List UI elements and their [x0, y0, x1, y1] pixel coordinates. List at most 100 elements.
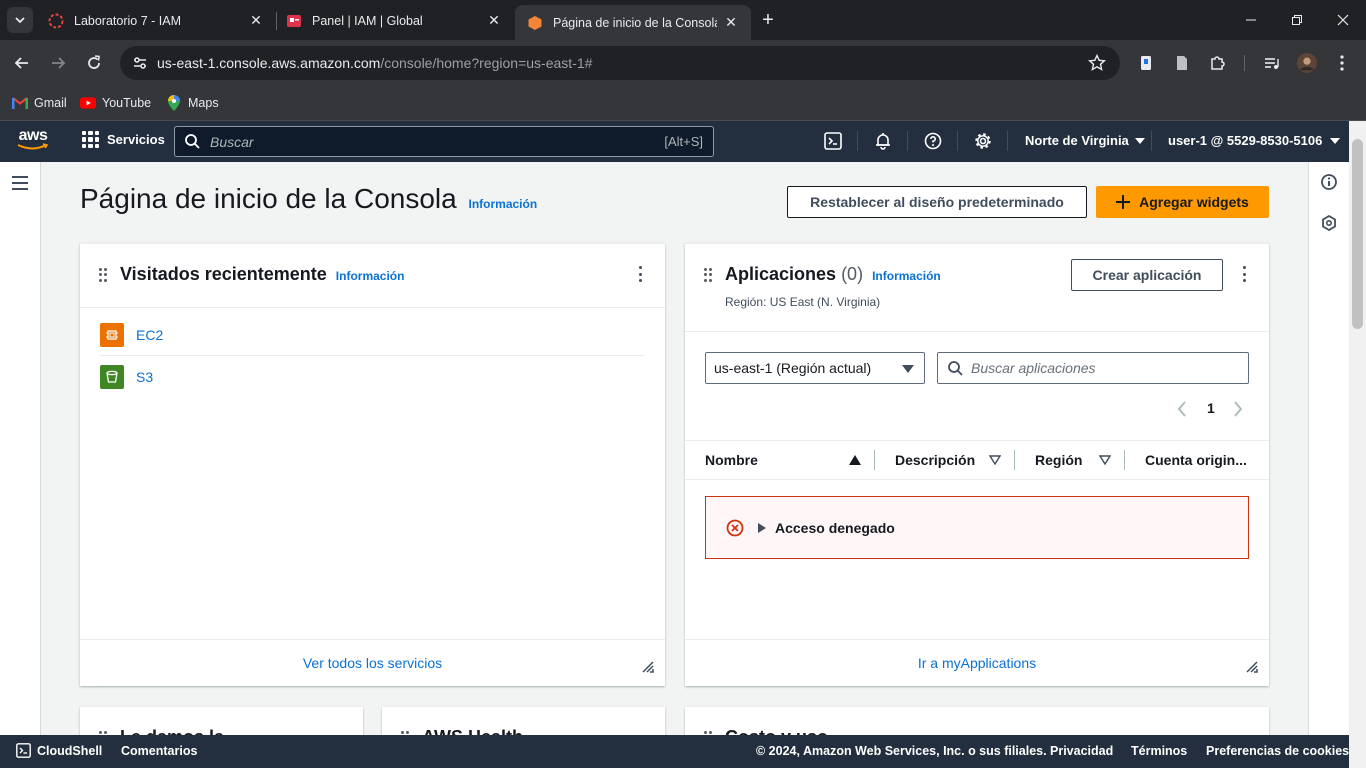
sort-icon[interactable] — [1099, 455, 1111, 465]
search-applications-input[interactable]: Buscar aplicaciones — [937, 352, 1249, 384]
document-icon[interactable] — [1172, 53, 1192, 73]
service-link-s3[interactable]: S3 — [136, 369, 153, 385]
privacy-link[interactable]: Privacidad — [1050, 744, 1113, 758]
forward-button[interactable] — [45, 50, 71, 76]
url-path: /console/home?region=us-east-1# — [380, 55, 593, 71]
add-widgets-button[interactable]: Agregar widgets — [1096, 186, 1269, 218]
help-button[interactable] — [923, 131, 943, 151]
service-link-ec2[interactable]: EC2 — [136, 327, 163, 343]
bookmark-label: YouTube — [102, 96, 152, 110]
aws-search-input[interactable]: Buscar [Alt+S] — [174, 126, 714, 157]
new-tab-button[interactable]: + — [756, 8, 780, 32]
aws-top-navigation: aws Servicios Buscar [Alt+S] Norte de Vi… — [0, 121, 1349, 162]
widget-divider — [685, 331, 1269, 332]
aws-cube-icon — [527, 15, 543, 31]
toolbar-divider — [1244, 55, 1245, 71]
notifications-button[interactable] — [873, 131, 893, 151]
restore-button[interactable] — [1274, 0, 1320, 40]
more-options-icon[interactable] — [1242, 266, 1246, 282]
account-label: user-1 @ 5529-8530-5106 — [1168, 133, 1323, 148]
right-tools-rail — [1308, 162, 1349, 735]
aws-logo[interactable]: aws — [16, 127, 50, 155]
widget-footer: Ver todos los servicios — [80, 639, 665, 686]
tab-search-button[interactable] — [7, 7, 33, 33]
region-label: Norte de Virginia — [1025, 133, 1129, 148]
browser-tab-strip: Laboratorio 7 - IAM ✕ Panel | IAM | Glob… — [0, 0, 1366, 40]
page-title: Página de inicio de la Consola Informaci… — [80, 183, 537, 215]
address-bar[interactable]: us-east-1.console.aws.amazon.com/console… — [120, 46, 1120, 80]
browser-tab-2[interactable]: Panel | IAM | Global ✕ — [274, 4, 514, 37]
nav-divider — [857, 131, 858, 151]
info-link[interactable]: Información — [872, 269, 941, 283]
services-label: Servicios — [107, 132, 165, 147]
puzzle-icon[interactable] — [1208, 53, 1228, 73]
column-header-cuenta[interactable]: Cuenta origin... — [1145, 452, 1247, 468]
list-item[interactable]: EC2 — [100, 315, 644, 356]
bookmark-maps[interactable]: Maps — [166, 92, 219, 114]
menu-icon[interactable] — [1332, 53, 1352, 73]
media-queue-icon[interactable] — [1262, 53, 1282, 73]
info-link[interactable]: Información — [468, 197, 537, 211]
resize-handle-icon[interactable] — [641, 660, 655, 674]
browser-tab-3[interactable]: Página de inicio de la Consola | ✕ — [515, 5, 751, 40]
plus-icon — [1116, 195, 1131, 209]
reload-button[interactable] — [81, 50, 107, 76]
minimize-button[interactable] — [1228, 0, 1274, 40]
search-placeholder: Buscar — [210, 133, 254, 150]
caret-right-icon[interactable] — [758, 522, 766, 533]
close-window-button[interactable] — [1320, 0, 1366, 40]
hexagon-help-icon[interactable] — [1321, 214, 1337, 236]
region-select[interactable]: us-east-1 (Región actual) — [705, 352, 925, 384]
pagination-page[interactable]: 1 — [1207, 400, 1215, 416]
column-header-nombre[interactable]: Nombre — [705, 452, 758, 468]
terms-link[interactable]: Términos — [1131, 744, 1187, 758]
go-to-myapplications-link[interactable]: Ir a myApplications — [918, 655, 1036, 671]
account-menu[interactable]: user-1 @ 5529-8530-5106 — [1168, 133, 1341, 148]
cloudshell-footer-button[interactable]: CloudShell — [16, 743, 102, 758]
view-all-services-link[interactable]: Ver todos los servicios — [303, 655, 442, 671]
gear-icon — [975, 133, 991, 149]
extension-icon[interactable] — [1136, 53, 1156, 73]
bookmark-star-icon[interactable] — [1087, 53, 1107, 77]
sort-ascending-icon[interactable] — [849, 455, 861, 465]
cloudshell-button[interactable] — [823, 131, 843, 151]
page-scrollbar[interactable] — [1349, 121, 1366, 768]
bookmark-gmail[interactable]: Gmail — [12, 92, 67, 114]
arrow-right-icon — [52, 57, 66, 69]
more-options-icon[interactable] — [638, 266, 642, 282]
settings-button[interactable] — [973, 131, 993, 151]
back-button[interactable] — [9, 50, 35, 76]
profile-avatar[interactable] — [1297, 53, 1317, 73]
search-icon — [185, 134, 200, 149]
error-alert: Acceso denegado — [705, 496, 1249, 559]
column-header-region[interactable]: Región — [1035, 452, 1082, 468]
info-link[interactable]: Información — [336, 269, 405, 283]
services-menu-button[interactable]: Servicios — [82, 131, 165, 148]
site-settings-icon[interactable] — [130, 53, 150, 73]
s3-icon — [100, 364, 124, 389]
hamburger-menu-icon[interactable] — [12, 176, 28, 195]
info-panel-icon[interactable] — [1321, 174, 1337, 195]
list-item[interactable]: S3 — [100, 356, 644, 397]
column-header-descripcion[interactable]: Descripción — [895, 452, 975, 468]
alert-text[interactable]: Acceso denegado — [775, 520, 895, 536]
close-icon[interactable]: ✕ — [248, 12, 264, 29]
pagination-prev-icon[interactable] — [1177, 401, 1187, 422]
bookmark-youtube[interactable]: YouTube — [80, 92, 151, 114]
create-application-button[interactable]: Crear aplicación — [1071, 259, 1223, 291]
resize-handle-icon[interactable] — [1245, 660, 1259, 674]
column-divider — [1014, 450, 1015, 470]
nav-divider — [1151, 131, 1152, 151]
pagination-next-icon[interactable] — [1233, 401, 1243, 422]
drag-handle-icon[interactable] — [99, 268, 107, 282]
drag-handle-icon[interactable] — [704, 268, 712, 282]
scrollbar-thumb[interactable] — [1352, 139, 1363, 329]
sort-icon[interactable] — [989, 455, 1001, 465]
cookie-preferences-link[interactable]: Preferencias de cookies — [1206, 744, 1349, 758]
close-icon[interactable]: ✕ — [486, 12, 502, 29]
region-selector[interactable]: Norte de Virginia — [1025, 133, 1145, 148]
reset-layout-button[interactable]: Restablecer al diseño predeterminado — [787, 186, 1087, 218]
feedback-link[interactable]: Comentarios — [121, 744, 197, 758]
close-icon[interactable]: ✕ — [723, 14, 739, 31]
browser-tab-1[interactable]: Laboratorio 7 - IAM ✕ — [36, 4, 276, 37]
